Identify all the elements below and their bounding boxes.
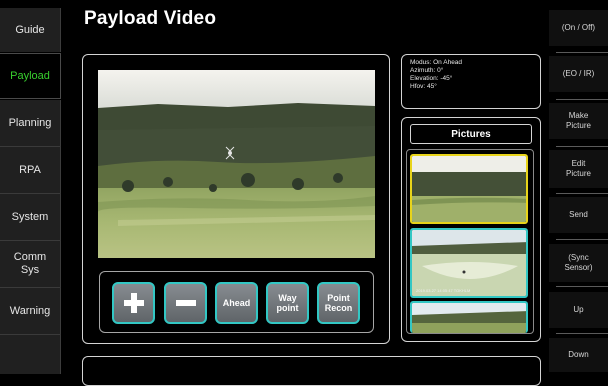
thumbnail-caption: 2019.03.27 14:05:47 TOKHLM — [416, 288, 471, 293]
nav-system[interactable]: System — [0, 194, 61, 240]
nav-planning-label: Planning — [8, 116, 52, 129]
sync-sensor-label: (Sync Sensor) — [564, 253, 593, 272]
thumbnail-image — [412, 156, 526, 222]
up-button[interactable]: Up — [549, 292, 608, 328]
thumbnail-image — [412, 303, 526, 333]
nav-rpa[interactable]: RPA — [0, 147, 61, 193]
nav-empty-slot — [0, 335, 61, 374]
info-elevation: Elevation: -45° — [410, 75, 453, 82]
waypoint-label: Way point — [276, 293, 299, 313]
bottom-panel — [82, 356, 541, 386]
picture-thumbnail-2[interactable]: 2019.03.27 14:05:47 TOKHLM — [410, 228, 528, 298]
info-text: Modus: On Ahead Azimuth: 0° Elevation: -… — [410, 59, 462, 91]
picture-thumbnail-1[interactable] — [410, 154, 528, 224]
down-button[interactable]: Down — [549, 338, 608, 372]
plus-icon — [123, 293, 144, 313]
make-picture-button[interactable]: Make Picture — [549, 103, 608, 139]
edit-picture-button[interactable]: Edit Picture — [549, 150, 608, 188]
make-picture-label: Make Picture — [566, 111, 591, 130]
pictures-header: Pictures — [410, 124, 532, 144]
side-divider — [556, 52, 608, 53]
side-divider — [556, 333, 608, 334]
send-label: Send — [569, 210, 588, 219]
picture-thumbnail-3[interactable] — [410, 301, 528, 333]
eo-ir-button[interactable]: (EO / IR) — [549, 56, 608, 92]
info-hfov: Hfov: 45° — [410, 83, 437, 90]
side-divider — [556, 239, 608, 240]
video-feed[interactable] — [98, 70, 375, 258]
info-azimuth: Azimuth: 0° — [410, 67, 444, 74]
up-label: Up — [573, 305, 584, 314]
nav-rpa-label: RPA — [19, 163, 41, 176]
point-recon-button[interactable]: Point Recon — [317, 282, 360, 324]
nav-guide-label: Guide — [15, 23, 45, 36]
nav-payload-label: Payload — [10, 69, 50, 82]
side-divider — [556, 193, 608, 194]
send-button[interactable]: Send — [549, 197, 608, 233]
sync-sensor-button[interactable]: (Sync Sensor) — [549, 244, 608, 282]
edit-picture-label: Edit Picture — [566, 159, 591, 178]
nav-guide[interactable]: Guide — [0, 8, 61, 52]
on-off-button[interactable]: (On / Off) — [549, 10, 608, 46]
minus-icon — [175, 300, 196, 306]
nav-comm-sys-label: Comm Sys — [13, 251, 47, 276]
info-modus: Modus: On Ahead — [410, 59, 463, 66]
ahead-button[interactable]: Ahead — [215, 282, 258, 324]
nav-system-label: System — [11, 210, 49, 223]
page-title: Payload Video — [84, 8, 217, 29]
nav-warning-label: Warning — [9, 304, 51, 317]
video-frame-image — [98, 70, 375, 258]
nav-warning[interactable]: Warning — [0, 288, 61, 334]
nav-payload[interactable]: Payload — [0, 53, 61, 99]
nav-comm-sys[interactable]: Comm Sys — [0, 241, 61, 287]
nav-planning[interactable]: Planning — [0, 100, 61, 146]
point-recon-label: Point Recon — [324, 293, 353, 313]
side-divider — [556, 99, 608, 100]
side-divider — [556, 146, 608, 147]
side-divider — [556, 286, 608, 287]
ahead-label: Ahead — [222, 298, 251, 308]
eo-ir-label: (EO / IR) — [562, 69, 595, 78]
waypoint-button[interactable]: Way point — [266, 282, 309, 324]
down-label: Down — [568, 350, 589, 359]
zoom-in-button[interactable] — [112, 282, 155, 324]
zoom-out-button[interactable] — [164, 282, 207, 324]
on-off-label: (On / Off) — [561, 23, 596, 32]
